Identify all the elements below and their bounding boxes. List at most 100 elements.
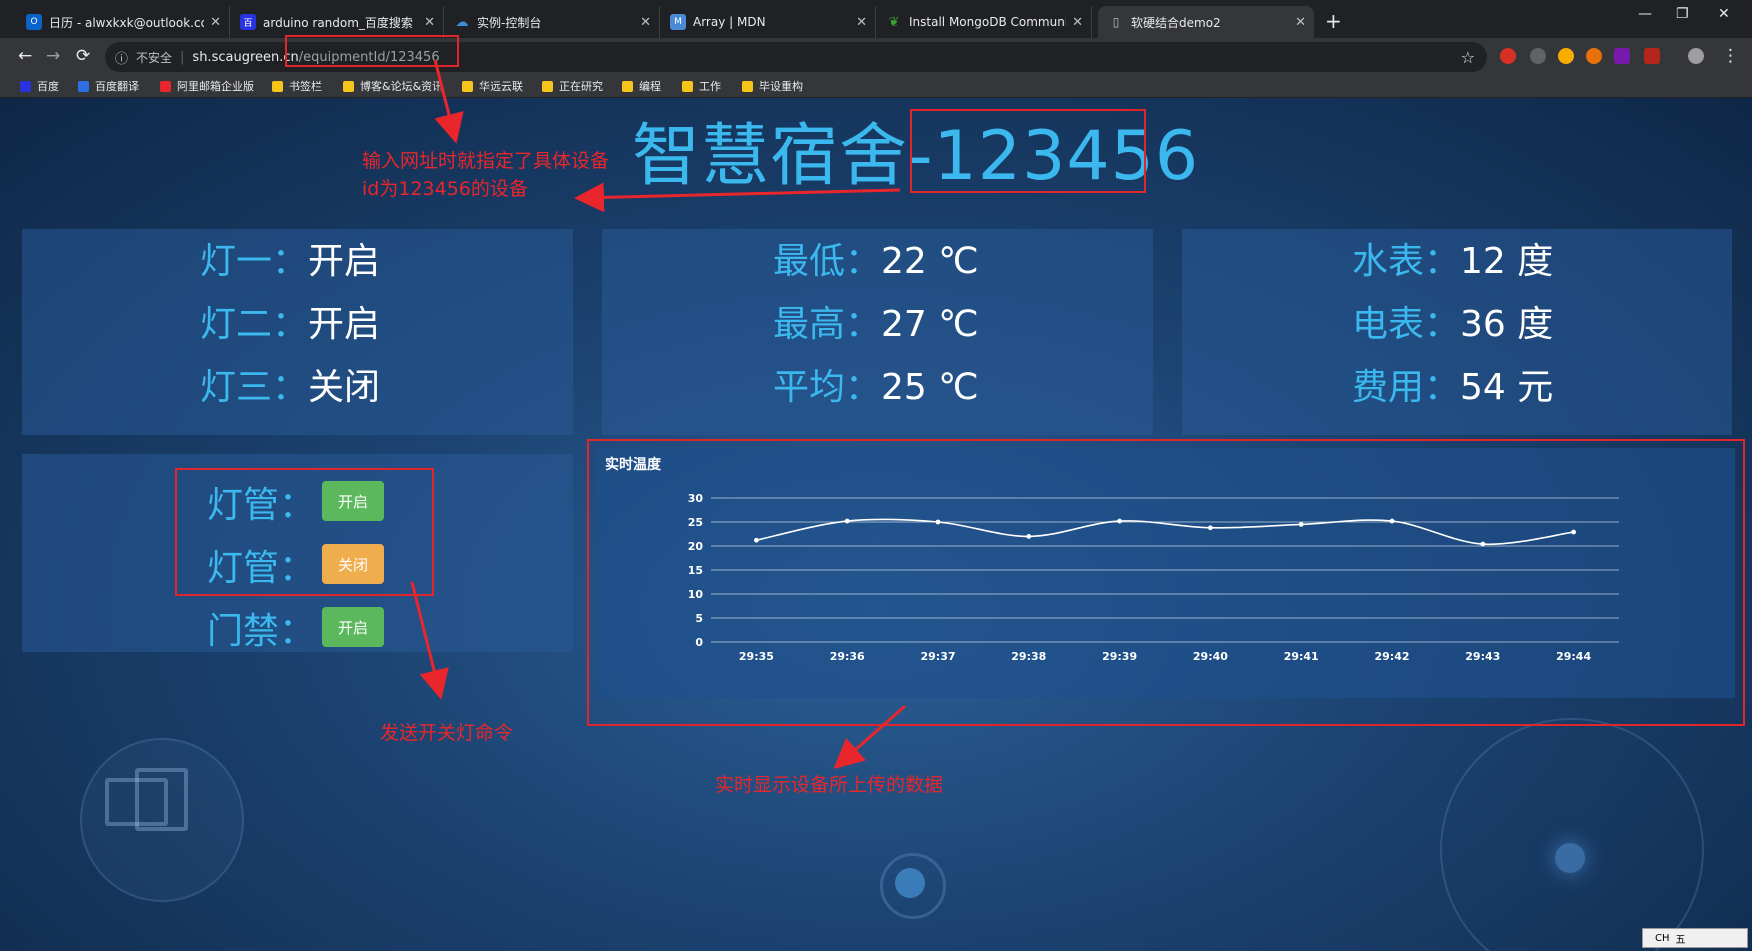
minimize-icon[interactable]: — xyxy=(1638,6,1652,22)
folder-icon xyxy=(343,80,354,92)
bookmark-item[interactable]: 阿里邮箱企业版 xyxy=(160,78,254,94)
light-value: 开启 xyxy=(308,304,381,345)
annotation-line: id为123456的设备 xyxy=(362,178,528,200)
close-icon[interactable]: ✕ xyxy=(856,15,867,30)
ime-indicator[interactable]: CH 五 xyxy=(1642,928,1748,948)
tab-title: 实例-控制台 xyxy=(477,15,542,30)
bookmark-folder[interactable]: 书签栏 xyxy=(272,78,322,94)
bookmark-label: 博客&论坛&资讯 xyxy=(360,80,444,93)
background-decoration xyxy=(1440,718,1704,951)
meter-value: 12 度 xyxy=(1460,241,1554,282)
menu-icon[interactable]: ⋮ xyxy=(1722,46,1739,66)
temp-label: 平均： xyxy=(773,367,882,408)
ime-lang: CH xyxy=(1655,932,1670,944)
close-icon[interactable]: ✕ xyxy=(1072,15,1083,30)
temp-label: 最低： xyxy=(773,241,882,282)
new-tab-button[interactable]: + xyxy=(1325,9,1342,33)
mdn-icon: M xyxy=(670,14,686,30)
browser-tab-4[interactable]: M Array | MDN ✕ xyxy=(660,6,876,38)
light-label: 灯二： xyxy=(200,304,309,345)
security-label: 不安全 xyxy=(136,50,173,65)
folder-icon xyxy=(462,80,473,92)
browser-tab-5[interactable]: ❦ Install MongoDB Community E ✕ xyxy=(876,6,1092,38)
door-on-button[interactable]: 开启 xyxy=(322,607,384,647)
tab-title: arduino random_百度搜索 xyxy=(263,15,413,30)
extension-icon[interactable] xyxy=(1530,48,1546,64)
meter-label: 费用： xyxy=(1352,367,1461,408)
tab-title: Install MongoDB Community E xyxy=(909,15,1066,29)
extension-icon[interactable] xyxy=(1644,48,1660,64)
bookmark-folder[interactable]: 博客&论坛&资讯 xyxy=(343,78,443,94)
folder-icon xyxy=(742,80,753,92)
title-prefix: 智慧宿舍- xyxy=(632,117,934,196)
browser-toolbar: ← → ⟳ ⓘ 不安全 | sh.scaugreen.cn/equipmentI… xyxy=(0,38,1752,76)
url-highlight xyxy=(285,35,459,67)
browser-tab-1[interactable]: O 日历 - alwxkxk@outlook.com ✕ xyxy=(16,6,230,38)
info-icon[interactable]: ⓘ xyxy=(115,48,128,67)
close-icon[interactable]: ✕ xyxy=(210,15,221,30)
bookmark-star-icon[interactable]: ☆ xyxy=(1461,48,1475,67)
bookmark-label: 百度翻译 xyxy=(95,80,139,93)
realtime-annotation-text: 实时显示设备所上传的数据 xyxy=(715,774,944,796)
bookmark-folder[interactable]: 正在研究 xyxy=(542,78,603,94)
temp-label: 最高： xyxy=(773,304,882,345)
browser-tab-3[interactable]: ☁ 实例-控制台 ✕ xyxy=(444,6,660,38)
onenote-icon[interactable] xyxy=(1614,48,1630,64)
cloud-icon: ☁ xyxy=(455,14,469,30)
temp-value: 25 ℃ xyxy=(881,367,979,408)
outlook-icon: O xyxy=(26,14,42,30)
bookmark-label: 工作 xyxy=(699,80,721,93)
cost-row: 费用：54 元 xyxy=(1352,358,1553,410)
meter-value: 36 度 xyxy=(1460,304,1554,345)
url-annotation-text: 输入网址时就指定了具体设备 id为123456的设备 xyxy=(362,147,609,203)
translate-icon xyxy=(78,80,89,92)
browser-tab-active[interactable]: ▯ 软硬结合demo2 ✕ xyxy=(1098,6,1314,38)
baidu-icon xyxy=(20,80,31,92)
window-close-icon[interactable]: ✕ xyxy=(1718,6,1730,22)
light-3-row: 灯三：关闭 xyxy=(200,358,380,410)
url-host: sh.scaugreen.cn xyxy=(192,49,299,65)
water-meter-row: 水表：12 度 xyxy=(1352,232,1553,284)
extension-icon[interactable] xyxy=(1586,48,1602,64)
meter-label: 电表： xyxy=(1352,304,1461,345)
command-annotation-text: 发送开关灯命令 xyxy=(380,722,514,744)
light-label: 灯三： xyxy=(200,367,309,408)
restore-icon[interactable]: ❐ xyxy=(1676,6,1689,22)
bookmark-folder[interactable]: 工作 xyxy=(682,78,721,94)
dashboard-page: 智慧宿舍-123456 灯一：开启 灯二：开启 灯三：关闭 最低：22 ℃ 最高… xyxy=(0,98,1752,951)
forward-icon[interactable]: → xyxy=(46,46,60,66)
browser-tab-2[interactable]: 百 arduino random_百度搜索 ✕ xyxy=(230,6,444,38)
folder-icon xyxy=(622,80,633,92)
bookmark-label: 百度 xyxy=(37,80,59,93)
bookmark-item[interactable]: 百度 xyxy=(20,78,59,94)
bookmark-folder[interactable]: 毕设重构 xyxy=(742,78,803,94)
bookmark-label: 书签栏 xyxy=(289,80,322,93)
bookmark-label: 阿里邮箱企业版 xyxy=(177,80,254,93)
browser-tab-bar: O 日历 - alwxkxk@outlook.com ✕ 百 arduino r… xyxy=(0,0,1752,38)
folder-icon xyxy=(682,80,693,92)
bookmark-label: 毕设重构 xyxy=(759,80,803,93)
tab-title: 软硬结合demo2 xyxy=(1131,15,1221,30)
device-id-highlight xyxy=(910,109,1146,193)
light-value: 关闭 xyxy=(308,367,381,408)
tab-title: Array | MDN xyxy=(693,15,766,29)
chart-highlight xyxy=(587,439,1745,726)
light-1-row: 灯一：开启 xyxy=(200,232,380,284)
folder-icon xyxy=(272,80,283,92)
light-value: 开启 xyxy=(308,241,381,282)
ime-mode: 五 xyxy=(1675,934,1686,946)
extension-icon[interactable] xyxy=(1558,48,1574,64)
back-icon[interactable]: ← xyxy=(18,46,32,66)
bookmark-folder[interactable]: 编程 xyxy=(622,78,661,94)
background-decoration xyxy=(895,868,925,898)
baidu-icon: 百 xyxy=(240,14,256,30)
reload-icon[interactable]: ⟳ xyxy=(76,46,90,66)
bookmark-item[interactable]: 百度翻译 xyxy=(78,78,139,94)
bookmark-folder[interactable]: 华远云联 xyxy=(462,78,523,94)
close-icon[interactable]: ✕ xyxy=(640,15,651,30)
bookmarks-bar: 百度 百度翻译 阿里邮箱企业版 书签栏 博客&论坛&资讯 华远云联 正在研究 编… xyxy=(0,76,1752,98)
avatar[interactable] xyxy=(1688,48,1704,64)
close-icon[interactable]: ✕ xyxy=(424,15,435,30)
extension-icon[interactable] xyxy=(1500,48,1516,64)
close-icon[interactable]: ✕ xyxy=(1295,15,1306,30)
